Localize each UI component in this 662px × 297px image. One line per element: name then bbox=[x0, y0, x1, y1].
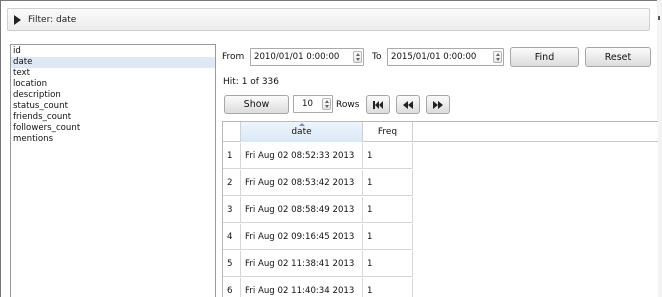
freq-cell: 1 bbox=[363, 278, 413, 297]
next-page-button[interactable] bbox=[426, 95, 450, 114]
freq-cell: 1 bbox=[363, 224, 413, 250]
row-index: 6 bbox=[223, 278, 241, 297]
freq-cell: 1 bbox=[363, 197, 413, 223]
to-date-value: 2015/01/01 0:00:00 bbox=[391, 52, 477, 62]
fast-forward-icon bbox=[433, 100, 443, 109]
row-index: 1 bbox=[223, 143, 241, 169]
date-cell: Fri Aug 02 08:52:33 2013 bbox=[241, 143, 363, 169]
row-index: 3 bbox=[223, 197, 241, 223]
filter-title: Filter: date bbox=[28, 14, 77, 25]
freq-cell: 1 bbox=[363, 251, 413, 277]
date-cell: Fri Aug 02 11:40:34 2013 bbox=[241, 278, 363, 297]
filter-toggle-bar[interactable]: Filter: date bbox=[7, 8, 650, 31]
field-item-friends-count[interactable]: friends_count bbox=[11, 112, 215, 123]
date-column-label: date bbox=[291, 127, 312, 137]
freq-cell: 1 bbox=[363, 143, 413, 169]
index-column-header bbox=[223, 122, 241, 142]
first-page-button[interactable] bbox=[366, 95, 390, 114]
from-date-spinner[interactable]: 2010/01/01 0:00:00 bbox=[250, 48, 364, 66]
sort-ascending-icon bbox=[298, 123, 305, 126]
table-row[interactable]: 2 Fri Aug 02 08:53:42 2013 1 bbox=[223, 170, 413, 196]
edge-mark bbox=[658, 16, 660, 20]
date-column-header[interactable]: date bbox=[241, 122, 363, 142]
rows-spinner[interactable]: 10 bbox=[293, 95, 333, 113]
rewind-icon bbox=[403, 100, 413, 109]
freq-cell: 1 bbox=[363, 170, 413, 196]
field-item-id[interactable]: id bbox=[11, 46, 215, 57]
table-row[interactable]: 4 Fri Aug 02 09:16:45 2013 1 bbox=[223, 224, 413, 250]
hit-count: Hit: 1 of 336 bbox=[223, 77, 279, 87]
field-item-followers-count[interactable]: followers_count bbox=[11, 123, 215, 134]
table-row[interactable]: 6 Fri Aug 02 11:40:34 2013 1 bbox=[223, 278, 413, 297]
reset-button[interactable]: Reset bbox=[585, 47, 651, 67]
rows-spin-icon[interactable] bbox=[322, 98, 331, 110]
table-header: date Freq bbox=[223, 122, 658, 142]
to-date-spin-icon[interactable] bbox=[493, 51, 502, 63]
from-date-value: 2010/01/01 0:00:00 bbox=[254, 52, 340, 62]
row-index: 5 bbox=[223, 251, 241, 277]
freq-column-header[interactable]: Freq bbox=[363, 122, 413, 142]
from-label: From bbox=[222, 52, 245, 62]
date-cell: Fri Aug 02 09:16:45 2013 bbox=[241, 224, 363, 250]
to-date-spinner[interactable]: 2015/01/01 0:00:00 bbox=[387, 48, 504, 66]
date-cell: Fri Aug 02 08:58:49 2013 bbox=[241, 197, 363, 223]
field-item-status-count[interactable]: status_count bbox=[11, 101, 215, 112]
row-index: 4 bbox=[223, 224, 241, 250]
find-button[interactable]: Find bbox=[510, 47, 579, 67]
field-item-description[interactable]: description bbox=[11, 90, 215, 101]
field-item-text[interactable]: text bbox=[11, 68, 215, 79]
from-date-spin-icon[interactable] bbox=[353, 51, 362, 63]
table-row[interactable]: 3 Fri Aug 02 08:58:49 2013 1 bbox=[223, 197, 413, 223]
skip-first-icon bbox=[372, 100, 383, 109]
field-item-date[interactable]: date bbox=[11, 57, 215, 68]
field-item-location[interactable]: location bbox=[11, 79, 215, 90]
rows-label: Rows bbox=[336, 100, 360, 110]
table-row[interactable]: 1 Fri Aug 02 08:52:33 2013 1 bbox=[223, 143, 413, 169]
row-index: 2 bbox=[223, 170, 241, 196]
date-cell: Fri Aug 02 11:38:41 2013 bbox=[241, 251, 363, 277]
expand-triangle-icon bbox=[14, 14, 21, 25]
to-label: To bbox=[372, 52, 382, 62]
results-table[interactable]: date Freq 1 Fri Aug 02 08:52:33 2013 1 2… bbox=[222, 121, 658, 297]
rows-value: 10 bbox=[302, 99, 313, 109]
field-list[interactable]: id date text location description status… bbox=[10, 44, 216, 297]
date-cell: Fri Aug 02 08:53:42 2013 bbox=[241, 170, 363, 196]
show-button[interactable]: Show bbox=[224, 95, 289, 114]
table-row[interactable]: 5 Fri Aug 02 11:38:41 2013 1 bbox=[223, 251, 413, 277]
field-item-mentions[interactable]: mentions bbox=[11, 134, 215, 145]
previous-page-button[interactable] bbox=[396, 95, 420, 114]
